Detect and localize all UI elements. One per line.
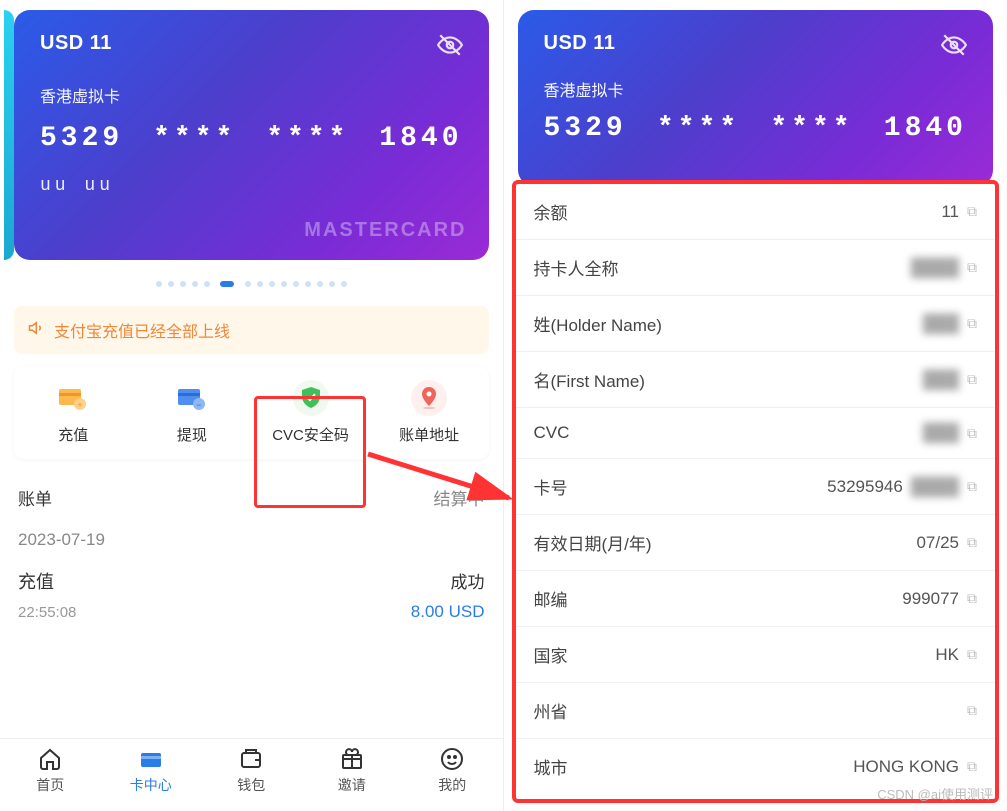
right-panel: USD 11 香港虚拟卡 5329 **** **** 1840 余额 11⧉ … — [504, 0, 1007, 811]
history-time: 22:55:08 — [18, 604, 76, 621]
svg-text:−: − — [196, 400, 201, 410]
copy-icon[interactable]: ⧉ — [967, 478, 977, 495]
nav-invite[interactable]: 邀请 — [302, 747, 403, 795]
carousel-dots[interactable] — [0, 260, 503, 302]
nav-card[interactable]: 卡中心 — [101, 747, 202, 795]
eye-off-icon[interactable] — [437, 32, 463, 63]
row-expiry: 有效日期(月/年) 07/25⧉ — [516, 515, 996, 571]
tab-settling[interactable]: 结算中 — [434, 485, 485, 510]
row-holder-name: 姓(Holder Name) ███⧉ — [516, 296, 996, 352]
history-amount: 8.00 USD — [411, 602, 485, 622]
nav-me[interactable]: 我的 — [402, 747, 503, 795]
history-date: 2023-07-19 — [18, 520, 485, 564]
row-cvc: CVC ███⧉ — [516, 408, 996, 459]
row-holder-full: 持卡人全称 ████⧉ — [516, 240, 996, 296]
copy-icon[interactable]: ⧉ — [967, 534, 977, 551]
action-cvc[interactable]: CVC安全码 — [251, 380, 370, 445]
action-label: 充值 — [58, 427, 88, 444]
withdraw-icon: − — [174, 380, 210, 416]
shield-check-icon — [293, 380, 329, 416]
bottom-nav: 首页 卡中心 钱包 邀请 我的 — [0, 738, 503, 799]
history-title: 充值 — [18, 568, 54, 594]
watermark: CSDN @ai使用测评 — [877, 784, 993, 803]
card-peek-prev[interactable] — [4, 10, 14, 260]
action-billing[interactable]: 账单地址 — [370, 380, 489, 445]
row-country: 国家 HK⧉ — [516, 627, 996, 683]
virtual-card[interactable]: USD 11 香港虚拟卡 5329 **** **** 1840 — [518, 10, 994, 186]
notice-banner: 支付宝充值已经全部上线 — [14, 306, 489, 354]
card-detail-sheet: 余额 11⧉ 持卡人全称 ████⧉ 姓(Holder Name) ███⧉ 名… — [512, 180, 1000, 803]
notice-text: 支付宝充值已经全部上线 — [54, 318, 230, 342]
recharge-icon: + — [55, 380, 91, 416]
card-brand: MASTERCARD — [304, 219, 466, 242]
location-pin-icon — [411, 380, 447, 416]
history-status: 成功 — [451, 568, 485, 593]
eye-off-icon[interactable] — [941, 32, 967, 63]
action-withdraw[interactable]: − 提现 — [133, 380, 252, 445]
copy-icon[interactable]: ⧉ — [967, 315, 977, 332]
action-grid: + 充值 − 提现 CVC安全码 账单地址 — [14, 366, 489, 459]
speaker-icon — [28, 319, 46, 342]
row-zip: 邮编 999077⧉ — [516, 571, 996, 627]
card-balance: USD 11 — [544, 32, 968, 55]
copy-icon[interactable]: ⧉ — [967, 425, 977, 442]
action-label: 提现 — [177, 427, 207, 444]
row-first-name: 名(First Name) ███⧉ — [516, 352, 996, 408]
card-balance: USD 11 — [40, 32, 463, 55]
action-recharge[interactable]: + 充值 — [14, 380, 133, 445]
copy-icon[interactable]: ⧉ — [967, 758, 977, 775]
copy-icon[interactable]: ⧉ — [967, 203, 977, 220]
card-number: 5329 **** **** 1840 — [544, 113, 968, 144]
copy-icon[interactable]: ⧉ — [967, 646, 977, 663]
copy-icon[interactable]: ⧉ — [967, 702, 977, 719]
row-balance: 余额 11⧉ — [516, 184, 996, 240]
nav-home[interactable]: 首页 — [0, 747, 101, 795]
copy-icon[interactable]: ⧉ — [967, 259, 977, 276]
tab-bills[interactable]: 账单 — [18, 485, 52, 510]
action-label: CVC安全码 — [272, 427, 349, 444]
copy-icon[interactable]: ⧉ — [967, 371, 977, 388]
copy-icon[interactable]: ⧉ — [967, 590, 977, 607]
virtual-card[interactable]: USD 11 香港虚拟卡 5329 **** **** 1840 uu uu M… — [14, 10, 489, 260]
row-province: 州省 ⧉ — [516, 683, 996, 739]
card-expiry: uu uu — [40, 176, 463, 196]
left-panel: USD 11 香港虚拟卡 5329 **** **** 1840 uu uu M… — [0, 0, 504, 811]
nav-wallet[interactable]: 钱包 — [201, 747, 302, 795]
card-type: 香港虚拟卡 — [40, 83, 463, 107]
svg-text:+: + — [78, 400, 83, 410]
card-number: 5329 **** **** 1840 — [40, 123, 463, 154]
action-label: 账单地址 — [399, 427, 459, 444]
row-card-no: 卡号 53295946████⧉ — [516, 459, 996, 515]
history-tabs: 账单 结算中 — [0, 473, 503, 520]
card-type: 香港虚拟卡 — [544, 77, 968, 101]
history-list: 2023-07-19 充值 成功 22:55:08 8.00 USD — [0, 520, 503, 626]
